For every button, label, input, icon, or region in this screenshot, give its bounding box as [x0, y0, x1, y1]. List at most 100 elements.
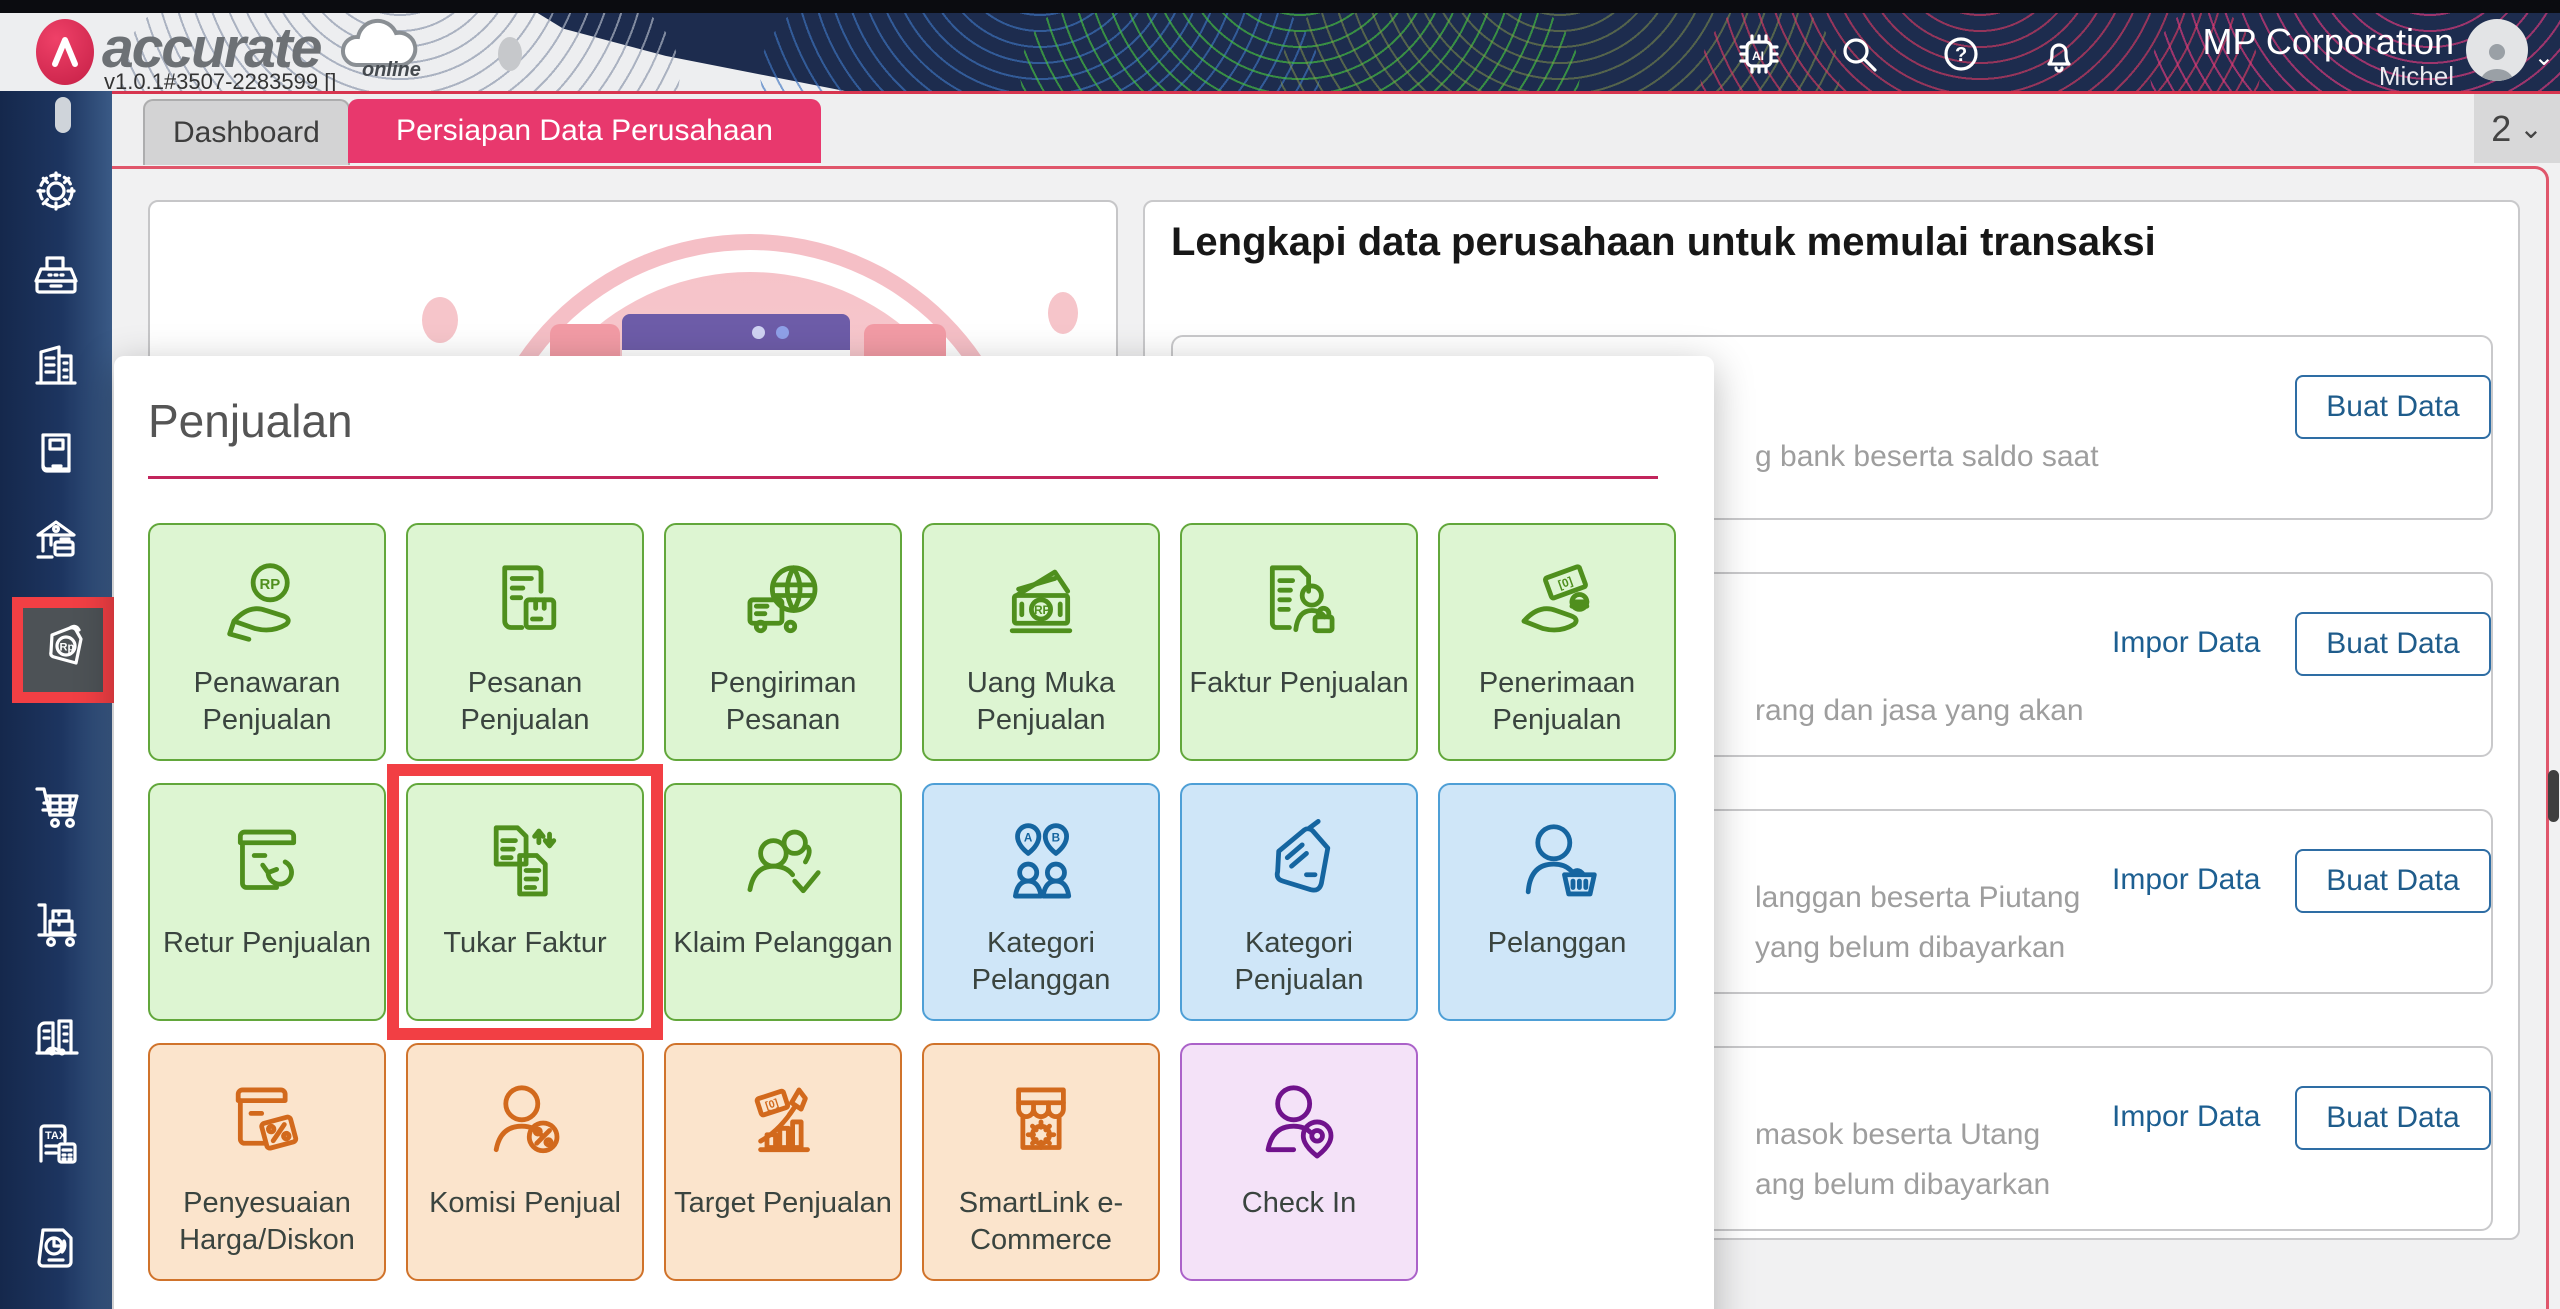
svg-text:RP: RP [1034, 604, 1050, 617]
sidebar-item-tax[interactable]: TAX [29, 1117, 83, 1171]
tile-penawaran-penjualan[interactable]: RP Penawaran Penjualan [148, 523, 386, 761]
penjualan-modal: Penjualan RP Penawaran Penjualan Pesanan… [114, 356, 1714, 1309]
tile-kategori-pelanggan[interactable]: A B Kategori Pelanggan [922, 783, 1160, 1021]
tile-label: Pelanggan [1487, 927, 1627, 959]
tile-label: Retur Penjualan [163, 927, 371, 959]
buat-data-button[interactable]: Buat Data [2295, 612, 2491, 676]
row-description: g bank beserta saldo saat [1755, 440, 2099, 473]
modal-title: Penjualan [148, 395, 353, 447]
row-description-line: langgan beserta Piutang [1755, 881, 2081, 914]
tile-pesanan-penjualan[interactable]: Pesanan Penjualan [406, 523, 644, 761]
sidebar-item-company[interactable] [29, 338, 83, 392]
tile-label: Penawaran Penjualan [193, 667, 341, 737]
tab-persiapan-data-perusahaan[interactable]: Persiapan Data Perusahaan [348, 99, 821, 163]
tab-dashboard[interactable]: Dashboard [143, 99, 350, 165]
sidebar: Rp TAX [0, 91, 114, 1309]
tile-smartlink-e-commerce[interactable]: SmartLink e-Commerce [922, 1043, 1160, 1281]
company-name[interactable]: MP Corporation [2203, 21, 2454, 63]
app-window: accurate online v1.0.1#3507-2283599 [] A… [0, 0, 2560, 1309]
tab-label: Dashboard [173, 116, 320, 149]
menu-tile-grid: RP Penawaran Penjualan Pesanan Penjualan… [148, 523, 1676, 1281]
svg-text:Rp: Rp [60, 642, 75, 654]
search-icon[interactable] [1836, 31, 1882, 77]
buat-data-button[interactable]: Buat Data [2295, 1086, 2491, 1150]
tile-uang-muka-penjualan[interactable]: RP Uang Muka Penjualan [922, 523, 1160, 761]
tile-komisi-penjual[interactable]: Komisi Penjual [406, 1043, 644, 1281]
ai-assistant-icon[interactable]: AI [1736, 31, 1782, 77]
sidebar-item-cash-register[interactable] [29, 251, 83, 305]
row-description: masok beserta Utang ang belum dibayarkan [1755, 1110, 2050, 1210]
buat-data-button[interactable]: Buat Data [2295, 849, 2491, 913]
svg-text:B: B [1052, 832, 1060, 845]
tukar-faktur-highlight-box [387, 764, 663, 1040]
row-description-line: yang belum dibayarkan [1755, 931, 2066, 964]
accurate-logo-icon[interactable] [36, 19, 94, 85]
sidebar-highlight-box: Rp [12, 597, 114, 703]
svg-text:A: A [1024, 832, 1033, 845]
chevron-down-icon[interactable]: ⌄ [2534, 43, 2554, 72]
sidebar-item-sales[interactable]: Rp [36, 619, 90, 673]
avatar[interactable] [2466, 19, 2528, 81]
sidebar-item-fixed-assets[interactable] [29, 1009, 83, 1063]
tab-count: 2 [2491, 107, 2512, 149]
scrollbar-thumb[interactable] [2548, 770, 2559, 822]
tile-retur-penjualan[interactable]: Retur Penjualan [148, 783, 386, 1021]
row-description-line: masok beserta Utang [1755, 1118, 2041, 1151]
help-icon[interactable]: ? [1938, 31, 1984, 77]
tile-klaim-pelanggan[interactable]: Klaim Pelanggan [664, 783, 902, 1021]
sidebar-item-bank[interactable] [29, 512, 83, 566]
tile-label: Kategori Penjualan [1234, 927, 1364, 997]
notifications-icon[interactable] [2036, 31, 2082, 77]
tile-label: Klaim Pelanggan [673, 927, 893, 959]
tile-label: Pengiriman Pesanan [709, 667, 857, 737]
row-description-line: ang belum dibayarkan [1755, 1168, 2051, 1201]
tab-label: Persiapan Data Perusahaan [396, 114, 773, 147]
impor-data-link[interactable]: Impor Data [2112, 1100, 2262, 1134]
illustration-dot [422, 297, 458, 343]
impor-data-link[interactable]: Impor Data [2112, 863, 2262, 897]
tile-penyesuaian-harga-diskon[interactable]: Penyesuaian Harga/Diskon [148, 1043, 386, 1281]
tab-counter-dropdown[interactable]: 2 ⌄ [2474, 94, 2560, 163]
tile-label: Komisi Penjual [429, 1187, 621, 1219]
modal-title-underline [148, 476, 1658, 479]
sidebar-item-purchases[interactable] [29, 779, 83, 833]
tile-label: Pesanan Penjualan [460, 667, 590, 737]
app-header: accurate online v1.0.1#3507-2283599 [] A… [0, 13, 2560, 91]
tile-kategori-penjualan[interactable]: Kategori Penjualan [1180, 783, 1418, 1021]
tile-pelanggan[interactable]: Pelanggan [1438, 783, 1676, 1021]
svg-text:TAX: TAX [45, 1130, 67, 1142]
sidebar-item-reports[interactable] [29, 1221, 83, 1275]
chevron-down-icon: ⌄ [2519, 113, 2543, 144]
tile-label: Target Penjualan [674, 1187, 892, 1219]
sidebar-item-settings[interactable] [29, 164, 83, 218]
sidebar-scroll-indicator [55, 97, 71, 133]
window-top-strip [0, 0, 2560, 13]
sidebar-item-inventory[interactable] [29, 897, 83, 951]
sidebar-item-journal[interactable] [29, 425, 83, 479]
row-description: rang dan jasa yang akan [1755, 694, 2084, 727]
user-name: Michel [2378, 61, 2454, 91]
svg-text:?: ? [1955, 44, 1967, 66]
impor-data-link[interactable]: Impor Data [2112, 626, 2262, 660]
tab-bar: Dashboard Persiapan Data Perusahaan 2 ⌄ [0, 94, 2560, 165]
tile-label: Penerimaan Penjualan [1478, 667, 1636, 737]
tile-target-penjualan[interactable]: [0] Target Penjualan [664, 1043, 902, 1281]
tile-faktur-penjualan[interactable]: Faktur Penjualan [1180, 523, 1418, 761]
tile-label: Check In [1241, 1187, 1357, 1219]
buat-data-button[interactable]: Buat Data [2295, 375, 2491, 439]
window-dot [752, 326, 765, 339]
header-accent-line [0, 91, 2560, 94]
tile-label: SmartLink e-Commerce [958, 1187, 1124, 1257]
window-dot [776, 326, 789, 339]
brand-subtitle: online [362, 59, 421, 81]
svg-text:RP: RP [260, 576, 281, 593]
tile-penerimaan-penjualan[interactable]: [0] Penerimaan Penjualan [1438, 523, 1676, 761]
svg-text:AI: AI [1752, 49, 1764, 63]
tile-pengiriman-pesanan[interactable]: Pengiriman Pesanan [664, 523, 902, 761]
version-label: v1.0.1#3507-2283599 [] [104, 69, 337, 91]
header-dot [498, 37, 522, 71]
tile-check-in[interactable]: Check In [1180, 1043, 1418, 1281]
panel-title: Lengkapi data perusahaan untuk memulai t… [1171, 220, 2156, 264]
tile-label: Faktur Penjualan [1189, 667, 1409, 699]
illustration-browser-window [622, 314, 850, 350]
